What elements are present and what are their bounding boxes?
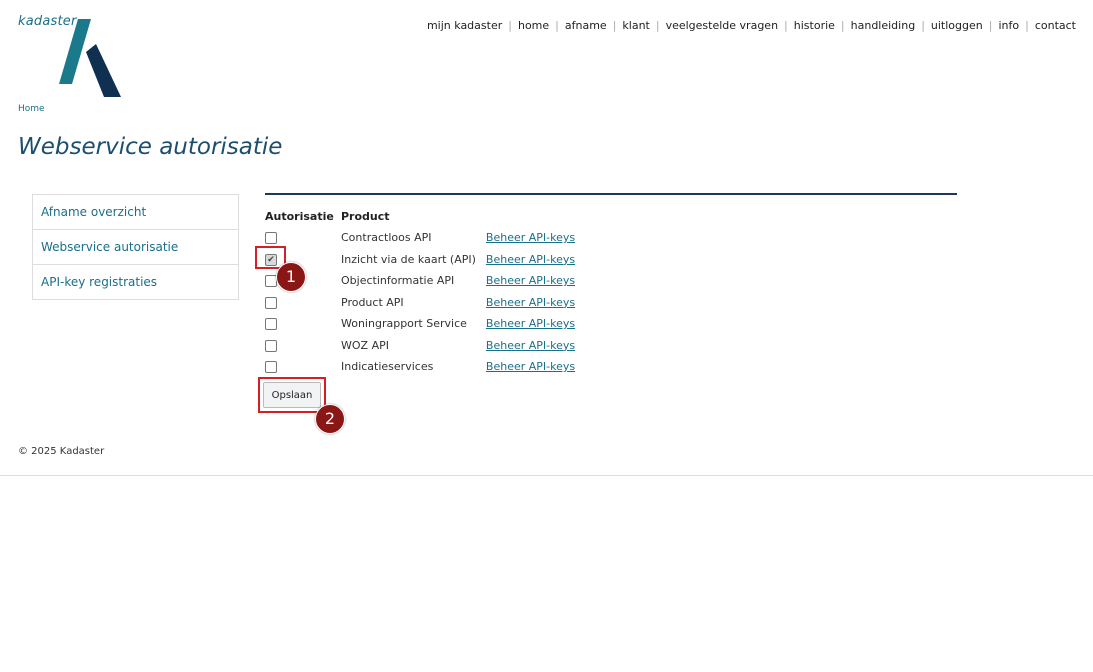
product-name: WOZ API (341, 338, 389, 352)
breadcrumb[interactable]: Home (18, 104, 45, 114)
beheer-api-keys-link[interactable]: Beheer API-keys (486, 317, 575, 330)
nav-uitloggen[interactable]: uitloggen (931, 19, 983, 32)
product-name: Indicatieservices (341, 360, 434, 374)
beheer-api-keys-link[interactable]: Beheer API-keys (486, 296, 575, 309)
sidebar-item-webservice-autorisatie[interactable]: Webservice autorisatie (33, 230, 238, 265)
sidebar-item-api-key-registraties[interactable]: API-key registraties (33, 265, 238, 299)
sidebar-item-afname-overzicht[interactable]: Afname overzicht (33, 195, 238, 230)
step-badge-1: 1 (276, 262, 306, 292)
nav-veelgestelde-vragen[interactable]: veelgestelde vragen (666, 19, 778, 32)
table-row: Objectinformatie API Beheer API-keys (263, 270, 577, 292)
column-header-product: Product (341, 210, 390, 223)
autorisatie-checkbox[interactable] (265, 361, 277, 374)
beheer-api-keys-link[interactable]: Beheer API-keys (486, 360, 575, 373)
content-divider (265, 193, 957, 195)
nav-historie[interactable]: historie (794, 19, 835, 32)
product-name: Objectinformatie API (341, 274, 455, 288)
autorisatie-checkbox[interactable] (265, 232, 277, 245)
table-row: Contractloos API Beheer API-keys (263, 227, 577, 249)
authorization-table: Autorisatie Product Contractloos API Behe… (263, 208, 577, 378)
table-row: ✔ Inzicht via de kaart (API) Beheer API-ke… (263, 249, 577, 271)
product-name: Inzicht via de kaart (API) (341, 252, 476, 266)
footer-copyright: © 2025 Kadaster (18, 446, 105, 457)
beheer-api-keys-link[interactable]: Beheer API-keys (486, 339, 575, 352)
nav-contact[interactable]: contact (1035, 19, 1076, 32)
product-name: Contractloos API (341, 231, 432, 245)
top-navigation: mijn kadaster | home | afname | klant | veelgest… (426, 19, 1076, 32)
autorisatie-checkbox[interactable] (265, 339, 277, 352)
autorisatie-checkbox[interactable] (265, 296, 277, 309)
nav-mijn-kadaster[interactable]: mijn kadaster (427, 19, 502, 32)
logo-k-icon (59, 19, 121, 97)
table-row: Indicatieservices Beheer API-keys (263, 356, 577, 378)
side-navigation: Afname overzicht Webservice autorisatie … (32, 194, 239, 300)
footer-divider (0, 475, 1093, 476)
column-header-autorisatie: Autorisatie (265, 210, 334, 223)
table-row: Product API Beheer API-keys (263, 292, 577, 314)
table-row: WOZ API Beheer API-keys (263, 335, 577, 357)
beheer-api-keys-link[interactable]: Beheer API-keys (486, 231, 575, 244)
kadaster-logo[interactable]: kadaster (18, 14, 128, 100)
beheer-api-keys-link[interactable]: Beheer API-keys (486, 253, 575, 266)
step-badge-2: 2 (315, 404, 345, 434)
nav-afname[interactable]: afname (565, 19, 607, 32)
product-name: Product API (341, 295, 404, 309)
nav-handleiding[interactable]: handleiding (851, 19, 916, 32)
nav-home[interactable]: home (518, 19, 549, 32)
nav-info[interactable]: info (998, 19, 1019, 32)
table-row: Woningrapport Service Beheer API-keys (263, 313, 577, 335)
page-title: Webservice autorisatie (18, 134, 283, 160)
highlight-box-save (258, 377, 326, 413)
nav-klant[interactable]: klant (622, 19, 649, 32)
autorisatie-checkbox[interactable] (265, 318, 277, 331)
beheer-api-keys-link[interactable]: Beheer API-keys (486, 274, 575, 287)
product-name: Woningrapport Service (341, 317, 467, 331)
